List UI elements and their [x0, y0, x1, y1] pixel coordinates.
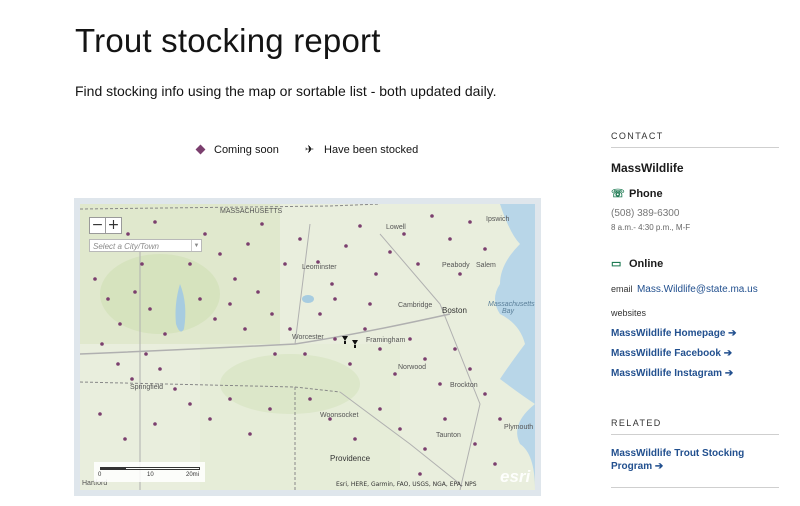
map-label-peabody: Peabody — [442, 262, 470, 269]
scale-bar-graphic — [100, 467, 200, 470]
contact-heading: CONTACT — [611, 131, 779, 148]
instagram-link[interactable]: MassWildlife Instagram ➔ — [611, 368, 779, 379]
related-divider — [611, 487, 779, 488]
trout-stocking-program-link[interactable]: MassWildlife Trout Stocking Program ➔ — [611, 447, 751, 473]
map-label-taunton: Taunton — [436, 432, 461, 439]
map-label-framingham: Framingham — [366, 337, 406, 344]
related-heading: RELATED — [611, 418, 779, 435]
city-town-select[interactable]: Select a City/Town ▼ — [89, 239, 202, 252]
zoom-controls: − + — [89, 217, 122, 234]
map-label-boston: Boston — [442, 306, 467, 315]
map-label-leominster: Leominster — [302, 264, 337, 271]
page-title: Trout stocking report — [75, 22, 381, 59]
websites-label: websites — [611, 308, 647, 318]
scale-label-10: 10 — [147, 472, 154, 478]
phone-number[interactable]: (508) 389-6300 — [611, 208, 779, 219]
scale-label-20: 20mi — [186, 472, 200, 478]
coming-soon-diamond-icon — [195, 144, 206, 155]
map-scale-bar: 0 10 20mi — [94, 462, 205, 482]
computer-icon: ▭ — [611, 257, 622, 270]
phone-row: ☏ Phone — [611, 188, 779, 200]
map-label-providence: Providence — [330, 454, 371, 463]
email-prefix: email — [611, 284, 633, 294]
facebook-link[interactable]: MassWildlife Facebook ➔ — [611, 348, 779, 359]
zoom-in-button[interactable]: + — [105, 218, 121, 233]
office-hours: 8 a.m.- 4:30 p.m., M-F — [611, 223, 691, 232]
map-legend: Coming soon ✈ Have been stocked — [195, 143, 419, 156]
map-label-worcester: Worcester — [292, 334, 324, 341]
map-attribution: Esri, HERE, Garmin, FAO, USGS, NGA, EPA,… — [336, 481, 477, 488]
scale-label-0: 0 — [98, 472, 102, 478]
esri-logo: esri — [500, 467, 531, 486]
legend-coming-soon: Coming soon — [214, 143, 279, 156]
map-label-massachusetts-bay: Massachusetts Bay — [488, 301, 535, 315]
homepage-link[interactable]: MassWildlife Homepage ➔ — [611, 328, 779, 339]
email-link[interactable]: Mass.Wildlife@state.ma.us — [637, 284, 758, 295]
map-label-springfield: Springfield — [130, 384, 164, 391]
map-label-state: MASSACHUSETTS — [220, 208, 283, 215]
map-label-woonsocket: Woonsocket — [320, 412, 359, 419]
map-label-norwood: Norwood — [398, 364, 427, 371]
city-select-placeholder: Select a City/Town — [93, 242, 159, 251]
page-subtitle: Find stocking info using the map or sort… — [75, 83, 497, 99]
stocking-map[interactable]: MASSACHUSETTS Lowell Ipswich Leominster … — [80, 204, 535, 490]
map-label-cambridge: Cambridge — [398, 302, 433, 309]
zoom-out-button[interactable]: − — [90, 218, 105, 233]
online-label: Online — [629, 258, 664, 270]
online-row: ▭ Online — [611, 258, 779, 270]
chevron-down-icon[interactable]: ▼ — [191, 240, 201, 251]
sidebar: CONTACT MassWildlife ☏ Phone (508) 389-6… — [611, 131, 779, 488]
map-frame: MASSACHUSETTS Lowell Ipswich Leominster … — [74, 198, 541, 496]
contact-org: MassWildlife — [611, 161, 684, 175]
phone-label: Phone — [629, 188, 663, 200]
map-label-brockton: Brockton — [450, 382, 478, 389]
phone-icon: ☏ — [611, 187, 625, 200]
map-label-lowell: Lowell — [386, 224, 406, 231]
map-label-salem: Salem — [476, 262, 496, 269]
stocked-pin-icon: ✈ — [304, 144, 315, 156]
map-label-plymouth: Plymouth — [504, 424, 534, 431]
map-label-ipswich: Ipswich — [486, 216, 510, 223]
legend-stocked: Have been stocked — [324, 143, 419, 156]
